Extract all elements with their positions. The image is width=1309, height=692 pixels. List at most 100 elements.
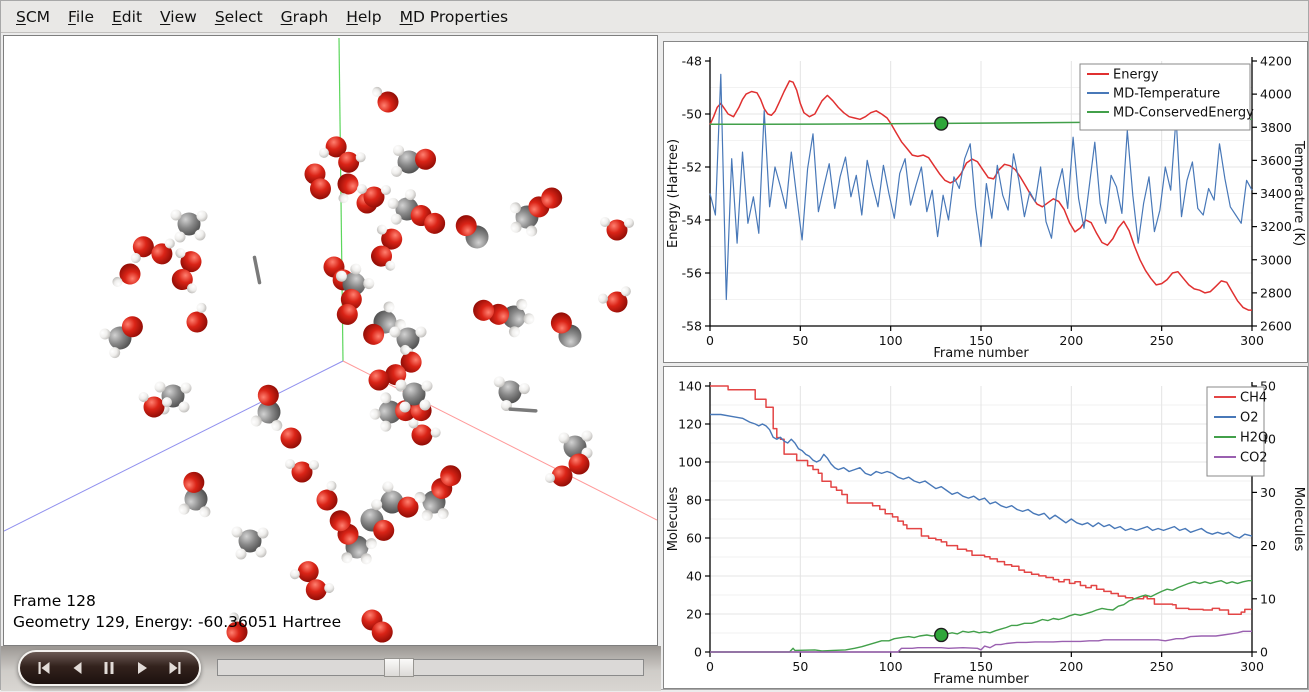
svg-text:-52: -52 — [682, 160, 702, 175]
svg-text:120: 120 — [678, 417, 702, 432]
svg-text:Molecules: Molecules — [1291, 487, 1306, 552]
menu-item-graph[interactable]: Graph — [272, 3, 338, 31]
molecule-viewer[interactable]: Frame 128 Geometry 129, Energy: -60.3605… — [3, 35, 658, 646]
molecule-o — [369, 370, 390, 391]
svg-text:-48: -48 — [682, 54, 702, 69]
pause-button[interactable] — [98, 659, 120, 677]
svg-text:Frame number: Frame number — [933, 672, 1029, 687]
svg-text:-58: -58 — [682, 319, 702, 334]
molecule-oh — [310, 479, 346, 514]
svg-text:0: 0 — [1260, 645, 1268, 660]
molecule-o2 — [295, 159, 340, 203]
svg-text:3600: 3600 — [1260, 153, 1292, 168]
menu-item-edit[interactable]: Edit — [103, 3, 151, 31]
step-back-button[interactable] — [66, 659, 88, 677]
energy-temperature-chart: -48-50-52-54-56-584200400038003600340032… — [664, 42, 1306, 362]
molecule-scene — [4, 36, 657, 645]
menu-item-md-properties[interactable]: MD Properties — [391, 3, 518, 31]
menu-item-view[interactable]: View — [151, 3, 206, 31]
skip-to-end-button[interactable] — [164, 659, 186, 677]
svg-text:O2: O2 — [1240, 411, 1259, 426]
tick-labels: 1401201008060402005040302010005010015020… — [678, 379, 1276, 675]
svg-text:40: 40 — [686, 569, 702, 584]
frame-slider-track[interactable] — [217, 659, 644, 676]
energy-temperature-chart-panel: -48-50-52-54-56-584200400038003600340032… — [663, 41, 1308, 363]
playback-controls — [18, 650, 201, 686]
menu-item-scm[interactable]: SCM — [7, 3, 59, 31]
svg-text:2800: 2800 — [1260, 285, 1292, 300]
frame-info: Frame 128 Geometry 129, Energy: -60.3605… — [13, 591, 341, 633]
svg-text:MD-ConservedEnergy: MD-ConservedEnergy — [1113, 106, 1254, 121]
coordinate-axes — [4, 38, 657, 531]
svg-text:-54: -54 — [682, 213, 702, 228]
molecule-ch2o — [178, 470, 217, 519]
molecule-o2 — [357, 607, 398, 645]
molecule-ch2o — [389, 144, 437, 182]
svg-text:250: 250 — [1150, 333, 1174, 348]
legend: CH4 O2 H2O CO2 — [1207, 387, 1268, 476]
current-frame-marker — [935, 117, 948, 130]
svg-text:50: 50 — [792, 333, 808, 348]
svg-text:4000: 4000 — [1260, 87, 1292, 102]
svg-text:100: 100 — [879, 659, 903, 674]
menu-bar: SCMFileEditViewSelectGraphHelpMD Propert… — [1, 1, 1308, 33]
frame-slider-thumb[interactable] — [384, 658, 414, 677]
svg-text:30: 30 — [1260, 485, 1276, 500]
svg-text:250: 250 — [1150, 659, 1174, 674]
svg-text:0: 0 — [694, 645, 702, 660]
molecule-oh — [112, 261, 143, 291]
legend: EnergyMD-TemperatureMD-ConservedEnergy — [1080, 64, 1254, 130]
molecules-chart-panel: 1401201008060402005040302010005010015020… — [663, 366, 1308, 689]
molecule-stick — [244, 257, 270, 282]
svg-text:10: 10 — [1260, 591, 1276, 606]
molecule-oh — [372, 85, 400, 114]
gridlines — [710, 386, 1252, 652]
svg-text:Energy: Energy — [1113, 68, 1159, 83]
svg-text:20: 20 — [686, 607, 702, 622]
amsmovie-window: SCMFileEditViewSelectGraphHelpMD Propert… — [0, 0, 1309, 690]
svg-text:300: 300 — [1240, 659, 1264, 674]
svg-text:80: 80 — [686, 493, 702, 508]
menu-item-file[interactable]: File — [59, 3, 103, 31]
molecules — [98, 85, 637, 645]
molecule-co — [543, 309, 589, 352]
svg-text:3000: 3000 — [1260, 252, 1292, 267]
molecule-ch3ooh — [545, 431, 593, 487]
play-button[interactable] — [131, 659, 153, 677]
svg-text:Frame number: Frame number — [933, 346, 1029, 361]
svg-text:200: 200 — [1059, 333, 1083, 348]
menu-item-help[interactable]: Help — [337, 3, 390, 31]
molecules-chart: 1401201008060402005040302010005010015020… — [664, 367, 1306, 688]
svg-text:2600: 2600 — [1260, 319, 1292, 334]
svg-text:CO2: CO2 — [1240, 451, 1268, 466]
svg-text:140: 140 — [678, 379, 702, 394]
svg-text:60: 60 — [686, 531, 702, 546]
molecule-ch4 — [171, 210, 208, 243]
frame-label: Frame 128 — [13, 591, 341, 612]
svg-text:-56: -56 — [682, 266, 702, 281]
skip-to-start-button[interactable] — [33, 659, 55, 677]
svg-text:0: 0 — [706, 659, 714, 674]
molecule-h2o2 — [366, 221, 408, 273]
molecule-co — [450, 212, 494, 252]
svg-text:3400: 3400 — [1260, 186, 1292, 201]
molecule-ch2o — [98, 313, 151, 361]
svg-text:Energy (Hartree): Energy (Hartree) — [666, 139, 681, 248]
svg-text:CH4: CH4 — [1240, 391, 1267, 406]
svg-text:50: 50 — [792, 659, 808, 674]
svg-text:300: 300 — [1240, 333, 1264, 348]
current-frame-marker — [935, 628, 948, 641]
molecule-ch4 — [232, 527, 269, 560]
menu-item-select[interactable]: Select — [206, 3, 272, 31]
svg-text:0: 0 — [706, 333, 714, 348]
svg-text:H2O: H2O — [1240, 431, 1268, 446]
molecule-h2o — [285, 459, 319, 483]
molecule-h2o — [402, 417, 442, 451]
svg-text:200: 200 — [1059, 659, 1083, 674]
svg-text:Molecules: Molecules — [666, 487, 681, 552]
svg-text:Temperature (K): Temperature (K) — [1291, 140, 1306, 246]
geometry-energy-label: Geometry 129, Energy: -60.36051 Hartree — [13, 612, 341, 633]
molecule-oh — [180, 301, 216, 336]
molecule-o — [281, 428, 302, 449]
molecule-ch3oo — [410, 464, 468, 524]
